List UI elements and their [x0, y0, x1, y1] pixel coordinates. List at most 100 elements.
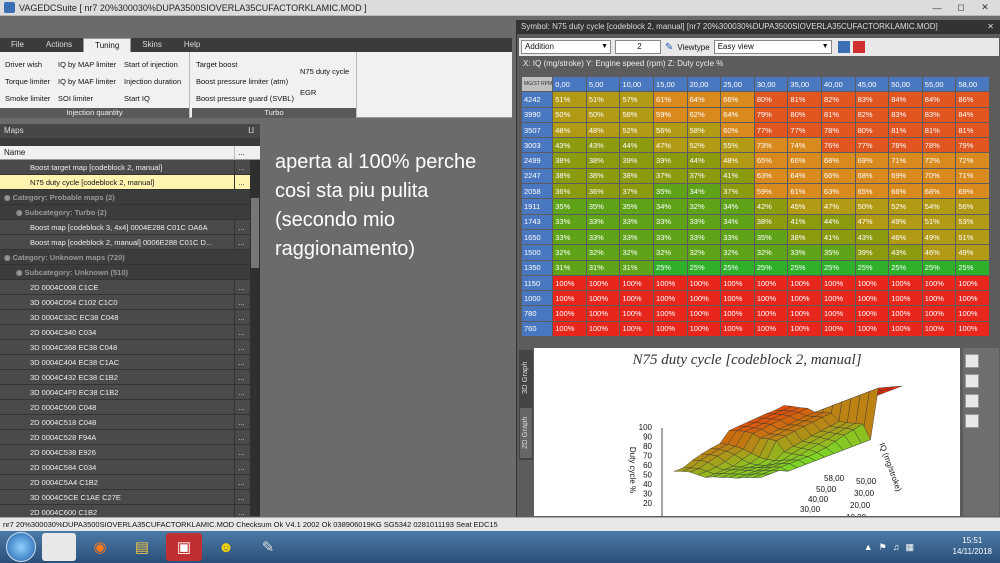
map-cell[interactable]: 42% — [753, 198, 789, 215]
operation-select[interactable]: Addition ▼ — [521, 40, 611, 54]
map-cell[interactable]: 66% — [787, 152, 822, 169]
map-cell[interactable]: 34% — [720, 198, 755, 215]
map-cell[interactable]: 100% — [753, 305, 789, 322]
map-cell[interactable]: 32% — [585, 244, 621, 261]
map-cell[interactable]: 66% — [888, 183, 923, 200]
map-cell[interactable]: 37% — [653, 167, 688, 185]
menu-skins[interactable]: Skins — [131, 38, 173, 52]
map-cell[interactable]: 100% — [821, 305, 856, 322]
map-cell[interactable]: 66% — [720, 91, 755, 108]
map-cell[interactable]: 25% — [888, 259, 923, 276]
collapse-icon[interactable]: ◉ — [0, 253, 13, 262]
map-cell[interactable]: 50% — [585, 106, 621, 123]
map-cell[interactable]: 100% — [854, 290, 890, 307]
map-cell[interactable]: 100% — [619, 305, 655, 322]
row-more-icon[interactable]: ... — [234, 295, 248, 309]
map-list-item[interactable]: ... 2D 0004C506 C048 — [0, 400, 260, 415]
map-cell[interactable]: 83% — [888, 106, 923, 123]
map-cell[interactable]: 72% — [921, 152, 957, 169]
map-cell[interactable]: 41% — [821, 228, 856, 246]
vagedc-icon[interactable]: ☻ — [208, 533, 244, 561]
map-cell[interactable]: 100% — [753, 290, 789, 307]
ribbon-driver-wish[interactable]: Driver wish — [5, 60, 42, 69]
map-cell[interactable]: 46% — [888, 228, 923, 246]
ribbon-n75-duty-cycle[interactable]: N75 duty cycle — [300, 67, 349, 76]
map-cell[interactable]: 100% — [955, 290, 990, 307]
row-more-icon[interactable]: ... — [234, 175, 248, 189]
map-cell[interactable]: 38% — [753, 213, 789, 230]
row-more-icon[interactable]: ... — [234, 280, 248, 294]
map-cell[interactable]: 39% — [619, 152, 655, 169]
map-cell[interactable]: 38% — [552, 167, 587, 185]
subcategory-row[interactable]: ◉ Subcategory: Unknown (510) — [0, 265, 260, 280]
map-cell[interactable]: 80% — [787, 106, 822, 123]
map-cell[interactable]: 50% — [552, 106, 587, 123]
map-cell[interactable]: 38% — [619, 167, 655, 185]
map-cell[interactable]: 33% — [585, 213, 621, 230]
ribbon-soi-limiter[interactable]: SOI limiter — [58, 94, 93, 103]
map-cell[interactable]: 69% — [888, 167, 923, 185]
row-more-icon[interactable]: ... — [234, 220, 248, 234]
map-cell[interactable]: 34% — [686, 183, 722, 200]
map-cell[interactable]: 100% — [720, 290, 755, 307]
map-cell[interactable]: 100% — [686, 305, 722, 322]
map-cell[interactable]: 70% — [921, 167, 957, 185]
row-more-icon[interactable]: ... — [234, 310, 248, 324]
maps-scrollbar[interactable] — [250, 160, 260, 516]
clock[interactable]: 15:51 14/11/2018 — [953, 535, 992, 557]
row-more-icon[interactable]: ... — [234, 475, 248, 489]
map-cell[interactable]: 77% — [854, 137, 890, 154]
map-cell[interactable]: 100% — [619, 274, 655, 292]
menu-help[interactable]: Help — [173, 38, 211, 52]
map-cell[interactable]: 43% — [552, 137, 587, 154]
zoom-icon[interactable] — [965, 374, 979, 388]
map-cell[interactable]: 48% — [585, 121, 621, 139]
map-cell[interactable]: 100% — [686, 290, 722, 307]
map-cell[interactable]: 35% — [619, 198, 655, 215]
map-cell[interactable]: 100% — [585, 290, 621, 307]
paint-icon[interactable]: ✎ — [250, 533, 286, 561]
map-list-item[interactable]: ... 3D 0004C054 C102 C1C0 — [0, 295, 260, 310]
map-cell[interactable]: 38% — [787, 228, 822, 246]
map-cell[interactable]: 25% — [787, 259, 822, 276]
map-cell[interactable]: 73% — [753, 137, 789, 154]
map-cell[interactable]: 78% — [888, 137, 923, 154]
map-cell[interactable]: 84% — [921, 91, 957, 108]
map-cell[interactable]: 100% — [585, 320, 621, 338]
map-cell[interactable]: 100% — [686, 274, 722, 292]
map-cell[interactable]: 34% — [720, 213, 755, 230]
map-cell[interactable]: 38% — [585, 152, 621, 169]
map-cell[interactable]: 100% — [787, 320, 822, 338]
window-switcher-icon[interactable] — [42, 533, 76, 561]
map-cell[interactable]: 47% — [854, 213, 890, 230]
map-cell[interactable]: 76% — [821, 137, 856, 154]
map-cell[interactable]: 32% — [753, 244, 789, 261]
map-cell[interactable]: 100% — [787, 274, 822, 292]
map-list-item[interactable]: ... 3D 0004C404 EC38 C1AC — [0, 355, 260, 370]
tab-3d-graph[interactable]: 3D Graph — [520, 352, 532, 404]
ribbon-torque-limiter[interactable]: Torque limiter — [5, 77, 50, 86]
ribbon-iq-by-map-limiter[interactable]: IQ by MAP limiter — [58, 60, 116, 69]
map-cell[interactable]: 82% — [854, 106, 890, 123]
map-cell[interactable]: 51% — [921, 213, 957, 230]
map-cell[interactable]: 61% — [787, 183, 822, 200]
map-cell[interactable]: 100% — [821, 274, 856, 292]
map-list-item[interactable]: ... 2D 0004C528 F94A — [0, 430, 260, 445]
map-cell[interactable]: 39% — [854, 244, 890, 261]
map-cell[interactable]: 41% — [720, 167, 755, 185]
map-cell[interactable]: 100% — [552, 274, 587, 292]
map-cell[interactable]: 49% — [888, 213, 923, 230]
map-cell[interactable]: 33% — [686, 213, 722, 230]
map-cell[interactable]: 50% — [854, 198, 890, 215]
ribbon-target-boost[interactable]: Target boost — [196, 60, 237, 69]
map-cell[interactable]: 33% — [653, 213, 688, 230]
map-cell[interactable]: 100% — [720, 305, 755, 322]
map-cell[interactable]: 52% — [888, 198, 923, 215]
map-cell[interactable]: 82% — [821, 91, 856, 108]
map-cell[interactable]: 81% — [787, 91, 822, 108]
row-more-icon[interactable]: ... — [234, 430, 248, 444]
map-cell[interactable]: 100% — [854, 305, 890, 322]
map-cell[interactable]: 44% — [686, 152, 722, 169]
folder-icon[interactable]: ▤ — [124, 533, 160, 561]
map-cell[interactable]: 35% — [552, 198, 587, 215]
